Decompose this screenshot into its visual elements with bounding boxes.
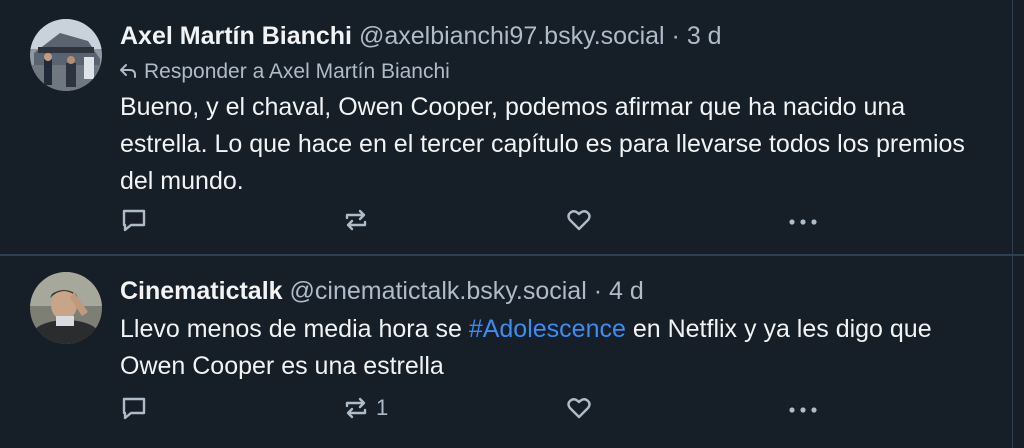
hashtag-link[interactable]: #Adolescence bbox=[469, 315, 626, 343]
reply-context[interactable]: Responder a Axel Martín Bianchi bbox=[120, 58, 450, 86]
avatar[interactable] bbox=[30, 19, 102, 91]
post-text: Llevo menos de media hora se #Adolescenc… bbox=[120, 311, 990, 385]
post-header: Axel Martín Bianchi @axelbianchi97.bsky.… bbox=[120, 20, 722, 52]
reply-button[interactable] bbox=[120, 205, 148, 235]
post-header: Cinematictalk @cinematictalk.bsky.social… bbox=[120, 275, 644, 307]
thread-feed: Axel Martín Bianchi @axelbianchi97.bsky.… bbox=[0, 0, 1024, 448]
comment-icon bbox=[120, 394, 148, 422]
reply-arrow-icon bbox=[120, 58, 138, 86]
author-name[interactable]: Axel Martín Bianchi bbox=[120, 22, 352, 50]
column-border bbox=[1012, 0, 1013, 448]
post-actions bbox=[0, 205, 1024, 235]
reply-button[interactable] bbox=[120, 393, 148, 423]
author-name[interactable]: Cinematictalk bbox=[120, 277, 283, 305]
more-options-button[interactable] bbox=[787, 393, 819, 423]
avatar[interactable] bbox=[30, 272, 102, 344]
author-handle[interactable]: @axelbianchi97.bsky.social bbox=[359, 22, 665, 50]
like-button[interactable] bbox=[565, 205, 593, 235]
heart-icon bbox=[565, 394, 593, 422]
separator: · bbox=[593, 277, 603, 305]
separator: · bbox=[671, 22, 680, 50]
more-icon bbox=[787, 206, 819, 234]
heart-icon bbox=[565, 206, 593, 234]
post-actions: 1 bbox=[0, 393, 1024, 423]
repost-icon bbox=[342, 206, 370, 234]
post-text: Bueno, y el chaval, Owen Cooper, podemos… bbox=[120, 93, 965, 195]
more-icon bbox=[787, 394, 819, 422]
post-timestamp[interactable]: 3 d bbox=[687, 22, 722, 50]
like-button[interactable] bbox=[565, 393, 593, 423]
repost-icon bbox=[342, 394, 370, 422]
repost-button[interactable] bbox=[342, 205, 376, 235]
author-handle[interactable]: @cinematictalk.bsky.social bbox=[290, 277, 587, 305]
reply-context-label: Responder a Axel Martín Bianchi bbox=[144, 60, 450, 83]
post-text-start: Llevo menos de media hora se bbox=[120, 315, 469, 343]
post-timestamp[interactable]: 4 d bbox=[609, 277, 644, 305]
comment-icon bbox=[120, 206, 148, 234]
repost-button[interactable]: 1 bbox=[342, 393, 388, 423]
repost-count: 1 bbox=[376, 395, 389, 420]
post[interactable]: Axel Martín Bianchi @axelbianchi97.bsky.… bbox=[0, 0, 1024, 254]
post[interactable]: Cinematictalk @cinematictalk.bsky.social… bbox=[0, 256, 1024, 448]
more-options-button[interactable] bbox=[787, 205, 819, 235]
